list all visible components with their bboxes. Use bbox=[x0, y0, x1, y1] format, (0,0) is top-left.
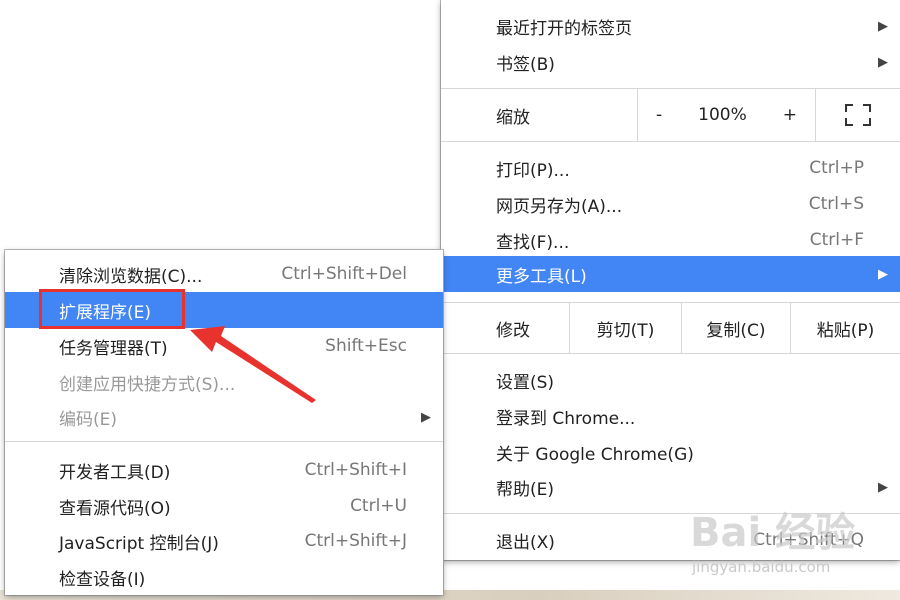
annotation-highlight-box bbox=[39, 289, 185, 329]
edit-label: 修改 bbox=[496, 320, 530, 341]
menu-item-find[interactable]: 查找(F)... Ctrl+F bbox=[441, 222, 900, 258]
menu-item-save-page[interactable]: 网页另存为(A)... Ctrl+S bbox=[441, 186, 900, 222]
cut-button[interactable]: 剪切(T) bbox=[569, 303, 681, 353]
submenu-arrow-icon: ▶ bbox=[878, 18, 888, 34]
clear-data-shortcut: Ctrl+Shift+Del bbox=[281, 264, 407, 284]
submenu-item-inspect-devices[interactable]: 检查设备(I) bbox=[5, 559, 443, 595]
submenu-item-view-source[interactable]: 查看源代码(O) Ctrl+U bbox=[5, 488, 443, 524]
submenu-arrow-icon: ▶ bbox=[878, 266, 888, 282]
copy-button[interactable]: 复制(C) bbox=[681, 303, 790, 353]
submenu-item-dev-tools[interactable]: 开发者工具(D) Ctrl+Shift+I bbox=[5, 452, 443, 488]
zoom-label: 缩放 bbox=[496, 107, 530, 128]
menu-separator bbox=[441, 353, 900, 354]
bookmarks-label: 书签(B) bbox=[496, 54, 555, 75]
clear-data-label: 清除浏览数据(C)... bbox=[59, 266, 203, 287]
save-page-shortcut: Ctrl+S bbox=[808, 194, 864, 214]
zoom-controls: - 100% + bbox=[637, 89, 815, 141]
menu-item-settings[interactable]: 设置(S) bbox=[441, 362, 900, 398]
dev-tools-shortcut: Ctrl+Shift+I bbox=[304, 460, 407, 480]
settings-label: 设置(S) bbox=[496, 372, 555, 393]
submenu-item-task-manager[interactable]: 任务管理器(T) Shift+Esc bbox=[5, 328, 443, 364]
submenu-arrow-icon: ▶ bbox=[421, 409, 431, 425]
help-label: 帮助(E) bbox=[496, 479, 555, 500]
save-page-label: 网页另存为(A)... bbox=[496, 196, 623, 217]
create-shortcut-label: 创建应用快捷方式(S)... bbox=[59, 374, 236, 395]
submenu-arrow-icon: ▶ bbox=[878, 479, 888, 495]
menu-separator bbox=[441, 141, 900, 142]
sign-in-label: 登录到 Chrome... bbox=[496, 408, 636, 429]
print-label: 打印(P)... bbox=[496, 160, 570, 181]
paste-button[interactable]: 粘贴(P) bbox=[790, 303, 900, 353]
zoom-in-button[interactable]: + bbox=[783, 105, 797, 125]
about-label: 关于 Google Chrome(G) bbox=[496, 444, 694, 465]
menu-item-about[interactable]: 关于 Google Chrome(G) bbox=[441, 434, 900, 470]
submenu-item-encoding: 编码(E) ▶ bbox=[5, 399, 443, 435]
find-shortcut: Ctrl+F bbox=[809, 230, 864, 250]
task-manager-label: 任务管理器(T) bbox=[59, 338, 168, 359]
zoom-out-button[interactable]: - bbox=[656, 105, 662, 125]
menu-item-more-tools[interactable]: 更多工具(L) ▶ bbox=[441, 256, 900, 292]
fullscreen-icon bbox=[845, 104, 871, 126]
menu-item-print[interactable]: 打印(P)... Ctrl+P bbox=[441, 150, 900, 186]
menu-item-bookmarks[interactable]: 书签(B) ▶ bbox=[441, 44, 900, 80]
baidu-watermark-url: jingyan.baidu.com bbox=[692, 558, 831, 576]
inspect-devices-label: 检查设备(I) bbox=[59, 569, 146, 590]
print-shortcut: Ctrl+P bbox=[809, 158, 864, 178]
view-source-shortcut: Ctrl+U bbox=[350, 496, 407, 516]
js-console-shortcut: Ctrl+Shift+J bbox=[304, 531, 407, 551]
submenu-item-clear-data[interactable]: 清除浏览数据(C)... Ctrl+Shift+Del bbox=[5, 256, 443, 292]
zoom-level-value: 100% bbox=[698, 105, 747, 125]
baidu-watermark-logo: Bai 经验 bbox=[690, 510, 856, 556]
chrome-main-menu: 最近打开的标签页 ▶ 书签(B) ▶ 缩放 - 100% + 打印(P)... … bbox=[441, 0, 900, 560]
menu-item-sign-in[interactable]: 登录到 Chrome... bbox=[441, 398, 900, 434]
zoom-row: 缩放 - 100% + bbox=[441, 89, 900, 141]
find-label: 查找(F)... bbox=[496, 232, 570, 253]
submenu-item-js-console[interactable]: JavaScript 控制台(J) Ctrl+Shift+J bbox=[5, 523, 443, 559]
recent-tabs-label: 最近打开的标签页 bbox=[496, 18, 632, 39]
task-manager-shortcut: Shift+Esc bbox=[325, 336, 407, 356]
dev-tools-label: 开发者工具(D) bbox=[59, 462, 171, 483]
fullscreen-button[interactable] bbox=[815, 89, 900, 141]
view-source-label: 查看源代码(O) bbox=[59, 498, 171, 519]
menu-separator bbox=[5, 441, 443, 442]
menu-item-recent-tabs[interactable]: 最近打开的标签页 ▶ bbox=[441, 8, 900, 44]
js-console-label: JavaScript 控制台(J) bbox=[59, 533, 219, 554]
submenu-arrow-icon: ▶ bbox=[878, 54, 888, 70]
submenu-item-create-shortcut: 创建应用快捷方式(S)... bbox=[5, 364, 443, 400]
edit-row: 修改 剪切(T) 复制(C) 粘贴(P) bbox=[441, 303, 900, 353]
more-tools-label: 更多工具(L) bbox=[496, 266, 587, 287]
encoding-label: 编码(E) bbox=[59, 409, 118, 430]
